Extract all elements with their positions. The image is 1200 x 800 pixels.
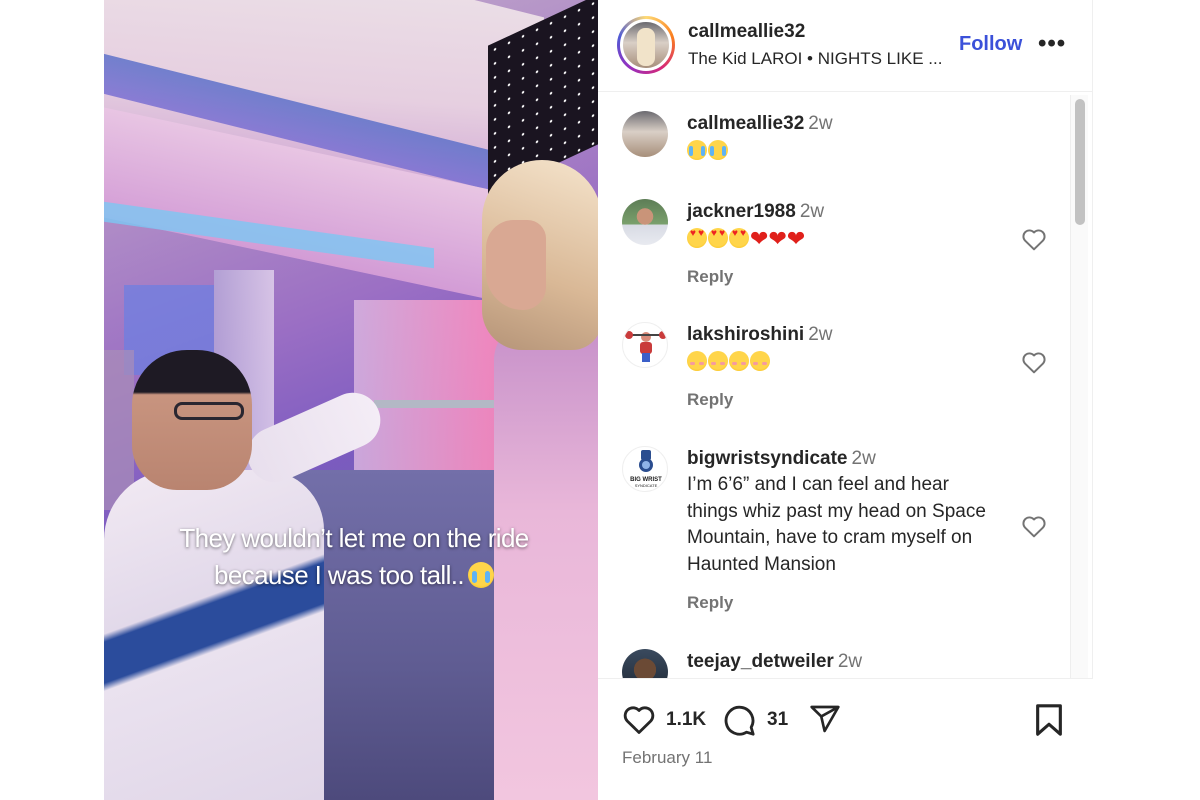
avatar[interactable] [622, 111, 668, 157]
loudly-crying-face-icon [708, 140, 728, 160]
comment-count[interactable]: 31 [767, 709, 788, 731]
comment-time: 2w [808, 324, 833, 345]
red-heart-icon: ❤ [750, 226, 769, 251]
reply-button[interactable]: Reply [687, 593, 733, 613]
post-date: February 11 [622, 748, 713, 767]
smiling-face-icon [708, 351, 728, 371]
comment-username[interactable]: lakshiroshini 2w [687, 324, 833, 346]
comment-text [687, 139, 1007, 166]
caption-line-2: because I was too tall.. [164, 557, 544, 594]
comment-time: 2w [851, 448, 876, 469]
loudly-crying-face-icon [687, 140, 707, 160]
heart-eyes-icon [729, 228, 749, 248]
comment-username[interactable]: callmeallie32 2w [687, 113, 833, 135]
comment-text: I’m 6’6” and I can feel and hear things … [687, 474, 986, 575]
smiling-face-icon [687, 351, 707, 371]
like-heart-icon[interactable] [622, 703, 656, 735]
reply-button[interactable]: Reply [687, 267, 733, 287]
comment-username[interactable]: bigwristsyndicate 2w [687, 448, 876, 470]
woman-face [486, 220, 546, 310]
more-options-icon[interactable]: ••• [1038, 30, 1066, 58]
avatar[interactable] [622, 649, 668, 678]
glasses [174, 402, 244, 420]
music-attribution[interactable]: The Kid LAROI • NIGHTS LIKE ... [688, 49, 942, 69]
comment-text: ❤❤❤ [687, 227, 1007, 254]
comment-username[interactable]: jackner1988 2w [687, 201, 824, 223]
video-caption: They wouldn’t let me on the ride because… [164, 520, 544, 594]
author-username[interactable]: callmeallie32 [688, 21, 805, 43]
avatar[interactable] [622, 199, 668, 245]
comments-scrollbar[interactable] [1070, 95, 1088, 678]
railing [374, 400, 494, 408]
post-video[interactable]: They wouldn’t let me on the ride because… [104, 0, 598, 800]
avatar[interactable] [622, 322, 668, 368]
comment-username[interactable]: teejay_detweiler 2w [687, 651, 862, 673]
comment-time: 2w [799, 201, 825, 222]
red-heart-icon: ❤ [768, 226, 787, 251]
like-comment-heart-icon[interactable] [1021, 514, 1047, 538]
man-head [132, 350, 252, 490]
heart-eyes-icon [708, 228, 728, 248]
save-bookmark-icon[interactable] [1034, 703, 1064, 737]
follow-button[interactable]: Follow [959, 33, 1022, 56]
caption-line-1: They wouldn’t let me on the ride [179, 523, 529, 553]
share-icon[interactable] [808, 703, 842, 735]
post-actions: 1.1K 31 February 11 [598, 678, 1093, 800]
post-header: callmeallie32 The Kid LAROI • NIGHTS LIK… [598, 0, 1093, 92]
loudly-crying-face-icon [468, 562, 495, 588]
avatar[interactable]: BIG WRIST SYNDICATE [622, 446, 668, 492]
comment-icon[interactable] [722, 703, 756, 737]
smiling-face-icon [750, 351, 770, 371]
scrollbar-thumb[interactable] [1075, 99, 1085, 225]
reply-button[interactable]: Reply [687, 390, 733, 410]
smiling-face-icon [729, 351, 749, 371]
author-avatar[interactable] [617, 16, 675, 74]
like-comment-heart-icon[interactable] [1021, 227, 1047, 251]
post-details-panel: callmeallie32 The Kid LAROI • NIGHTS LIK… [598, 0, 1093, 800]
comment-time: 2w [808, 113, 833, 134]
red-heart-icon: ❤ [786, 226, 806, 251]
heart-eyes-icon [687, 228, 707, 248]
like-count[interactable]: 1.1K [666, 709, 706, 731]
like-comment-heart-icon[interactable] [1021, 350, 1047, 374]
comment-time: 2w [837, 651, 863, 672]
comments-list[interactable]: callmeallie322w jackner19882w ❤❤❤ Reply … [598, 93, 1068, 678]
svg-text:SYNDICATE: SYNDICATE [635, 483, 658, 488]
comment-text [687, 350, 1007, 377]
